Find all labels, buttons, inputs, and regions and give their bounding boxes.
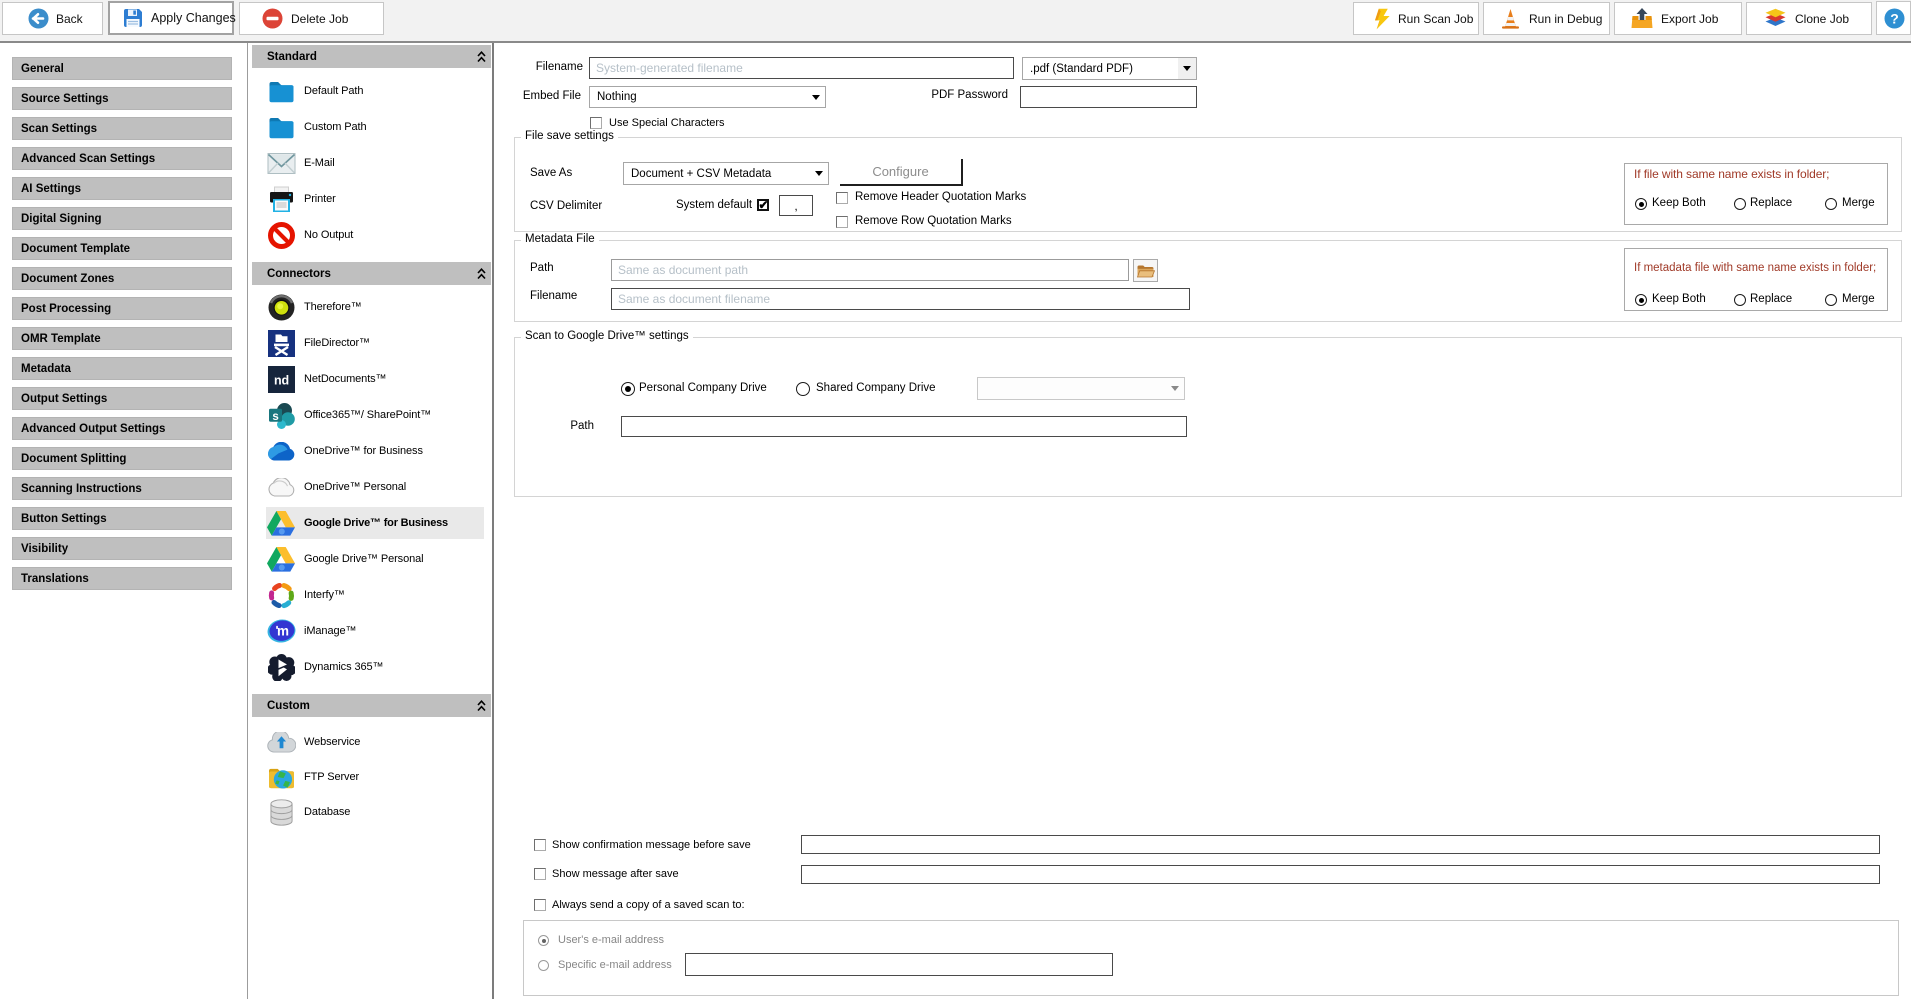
svg-text:?: ? [1890,10,1899,26]
svg-text:nd: nd [273,373,288,387]
svg-text:m: m [277,624,289,639]
svg-text:s: s [272,410,278,422]
